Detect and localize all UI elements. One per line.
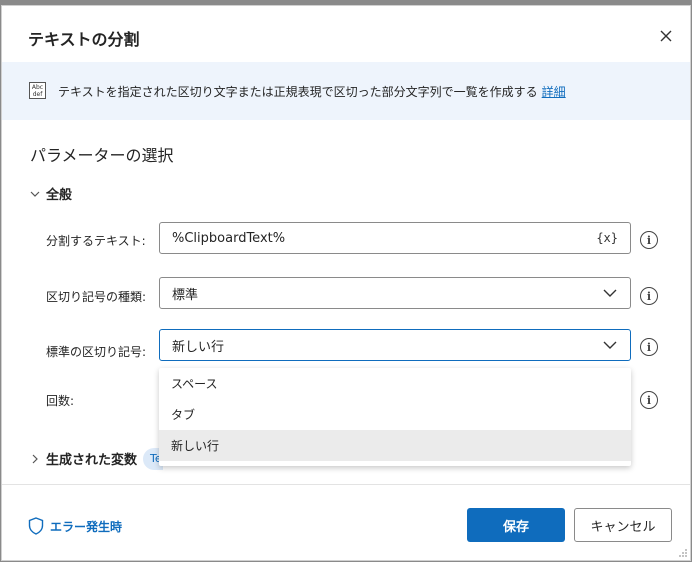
- variable-picker-button[interactable]: {x}: [596, 231, 618, 245]
- save-button[interactable]: 保存: [467, 508, 565, 542]
- on-error-label: エラー発生時: [50, 519, 123, 534]
- info-description: テキストを指定された区切り文字または正規表現で区切った部分文字列で一覧を作成する…: [58, 83, 566, 100]
- produced-variables-toggle[interactable]: 生成された変数: [30, 449, 137, 468]
- shield-icon: [28, 517, 44, 535]
- chevron-down-icon: [30, 191, 40, 197]
- close-icon: [660, 30, 672, 42]
- text-action-icon: Abc def: [29, 82, 46, 99]
- split-text-dialog: テキストの分割 Abc def テキストを指定された区切り文字または正規表現で区…: [1, 5, 691, 561]
- on-error-link[interactable]: エラー発生時: [28, 517, 122, 535]
- cancel-button[interactable]: キャンセル: [574, 508, 672, 542]
- produced-variables-label: 生成された変数: [46, 453, 138, 468]
- option-tab[interactable]: タブ: [159, 399, 631, 430]
- delimiter-type-select[interactable]: 標準: [159, 277, 631, 309]
- chevron-down-icon[interactable]: [602, 337, 618, 353]
- close-button[interactable]: [654, 24, 678, 48]
- delimiter-type-label: 区切り記号の種類:: [46, 290, 147, 304]
- section-title: パラメーターの選択: [30, 146, 174, 165]
- standard-delimiter-select[interactable]: 新しい行: [159, 329, 631, 361]
- info-icon[interactable]: i: [640, 391, 658, 409]
- info-icon[interactable]: i: [640, 338, 658, 356]
- chevron-right-icon: [32, 454, 38, 463]
- standard-delimiter-label: 標準の区切り記号:: [46, 345, 147, 359]
- option-space[interactable]: スペース: [159, 368, 631, 399]
- delimiter-options-list: スペース タブ 新しい行: [159, 368, 631, 466]
- dialog-title: テキストの分割: [28, 30, 140, 49]
- split-text-value: %ClipboardText%: [172, 230, 286, 246]
- info-description-text: テキストを指定された区切り文字または正規表現で区切った部分文字列で一覧を作成する: [58, 85, 538, 99]
- split-text-label: 分割するテキスト:: [46, 234, 146, 248]
- info-bar: Abc def テキストを指定された区切り文字または正規表現で区切った部分文字列…: [2, 62, 690, 120]
- resize-grip-icon[interactable]: [678, 548, 688, 558]
- footer-divider: [2, 484, 690, 485]
- chevron-down-icon[interactable]: [602, 285, 618, 301]
- standard-delimiter-value: 新しい行: [172, 339, 225, 355]
- option-new-line[interactable]: 新しい行: [159, 430, 631, 461]
- info-icon[interactable]: i: [640, 287, 658, 305]
- count-label: 回数:: [46, 394, 75, 408]
- info-icon[interactable]: i: [640, 231, 658, 249]
- group-general-toggle[interactable]: 全般: [30, 184, 72, 203]
- split-text-input[interactable]: %ClipboardText% {x}: [159, 222, 631, 254]
- delimiter-type-value: 標準: [172, 287, 199, 303]
- group-general-label: 全般: [46, 188, 73, 203]
- details-link[interactable]: 詳細: [542, 85, 566, 99]
